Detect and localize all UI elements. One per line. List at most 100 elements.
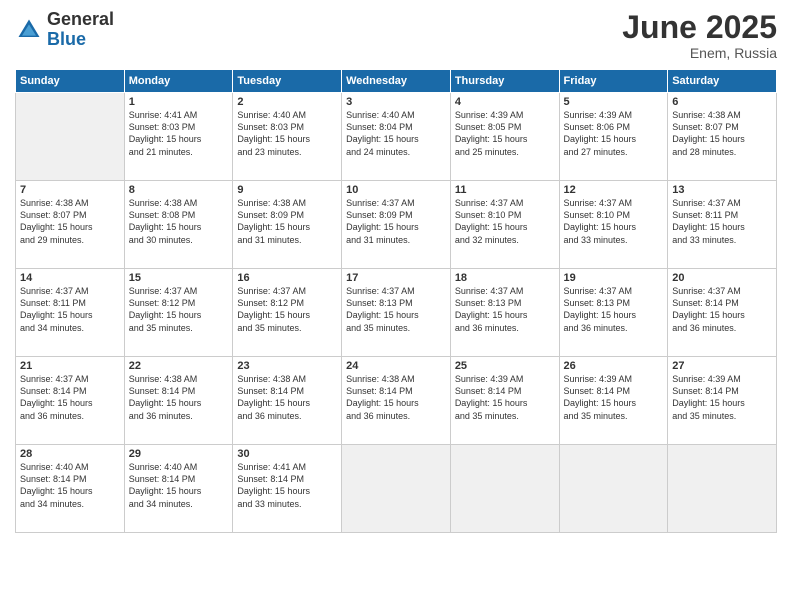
- logo: General Blue: [15, 10, 114, 50]
- calendar-row: 21Sunrise: 4:37 AMSunset: 8:14 PMDayligh…: [16, 357, 777, 445]
- day-info-line: Daylight: 15 hours: [237, 309, 337, 321]
- day-info-line: Sunset: 8:14 PM: [129, 473, 229, 485]
- page: General Blue June 2025 Enem, Russia Sund…: [0, 0, 792, 612]
- day-number: 3: [346, 96, 446, 108]
- day-number: 14: [20, 272, 120, 284]
- calendar-cell: 15Sunrise: 4:37 AMSunset: 8:12 PMDayligh…: [124, 269, 233, 357]
- day-info-line: Daylight: 15 hours: [129, 309, 229, 321]
- day-number: 25: [455, 360, 555, 372]
- calendar-cell: 14Sunrise: 4:37 AMSunset: 8:11 PMDayligh…: [16, 269, 125, 357]
- logo-general-text: General: [47, 10, 114, 30]
- day-info-line: and 36 minutes.: [564, 322, 664, 334]
- day-info-line: Sunrise: 4:38 AM: [346, 373, 446, 385]
- calendar-cell: 27Sunrise: 4:39 AMSunset: 8:14 PMDayligh…: [668, 357, 777, 445]
- day-info-line: and 35 minutes.: [237, 322, 337, 334]
- day-info-line: Sunrise: 4:39 AM: [564, 109, 664, 121]
- day-info-line: Sunrise: 4:38 AM: [129, 373, 229, 385]
- day-info-line: and 28 minutes.: [672, 146, 772, 158]
- title-block: June 2025 Enem, Russia: [622, 10, 777, 61]
- day-number: 18: [455, 272, 555, 284]
- day-info-line: Daylight: 15 hours: [346, 309, 446, 321]
- day-info-line: and 33 minutes.: [237, 498, 337, 510]
- calendar-cell: 1Sunrise: 4:41 AMSunset: 8:03 PMDaylight…: [124, 93, 233, 181]
- calendar-cell: 4Sunrise: 4:39 AMSunset: 8:05 PMDaylight…: [450, 93, 559, 181]
- calendar-cell: [450, 445, 559, 533]
- day-info-line: Daylight: 15 hours: [672, 133, 772, 145]
- calendar-cell: 5Sunrise: 4:39 AMSunset: 8:06 PMDaylight…: [559, 93, 668, 181]
- day-info-line: and 35 minutes.: [346, 322, 446, 334]
- day-info-line: and 34 minutes.: [129, 498, 229, 510]
- day-info-line: Sunrise: 4:37 AM: [564, 285, 664, 297]
- day-number: 29: [129, 448, 229, 460]
- day-info-line: Sunset: 8:14 PM: [564, 385, 664, 397]
- day-number: 30: [237, 448, 337, 460]
- calendar-cell: 25Sunrise: 4:39 AMSunset: 8:14 PMDayligh…: [450, 357, 559, 445]
- day-info-line: Daylight: 15 hours: [20, 397, 120, 409]
- calendar-cell: 11Sunrise: 4:37 AMSunset: 8:10 PMDayligh…: [450, 181, 559, 269]
- calendar-cell: 17Sunrise: 4:37 AMSunset: 8:13 PMDayligh…: [342, 269, 451, 357]
- day-number: 8: [129, 184, 229, 196]
- day-info-line: and 36 minutes.: [129, 410, 229, 422]
- day-info-line: Daylight: 15 hours: [564, 221, 664, 233]
- day-info-line: Sunset: 8:08 PM: [129, 209, 229, 221]
- day-info-line: and 30 minutes.: [129, 234, 229, 246]
- day-info-line: Daylight: 15 hours: [237, 221, 337, 233]
- day-info-line: Sunrise: 4:38 AM: [237, 373, 337, 385]
- day-info-line: Sunset: 8:14 PM: [237, 385, 337, 397]
- month-title: June 2025: [622, 10, 777, 45]
- day-info-line: Sunset: 8:04 PM: [346, 121, 446, 133]
- day-info-line: Sunset: 8:03 PM: [129, 121, 229, 133]
- day-info-line: Sunrise: 4:38 AM: [672, 109, 772, 121]
- day-info-line: Daylight: 15 hours: [346, 133, 446, 145]
- header-friday: Friday: [559, 70, 668, 93]
- day-number: 27: [672, 360, 772, 372]
- day-number: 21: [20, 360, 120, 372]
- day-info-line: Daylight: 15 hours: [20, 221, 120, 233]
- day-info-line: Sunset: 8:10 PM: [564, 209, 664, 221]
- day-number: 12: [564, 184, 664, 196]
- day-info-line: Sunrise: 4:37 AM: [672, 285, 772, 297]
- day-info-line: Sunrise: 4:40 AM: [129, 461, 229, 473]
- day-info-line: Sunrise: 4:41 AM: [129, 109, 229, 121]
- day-info-line: Sunrise: 4:37 AM: [455, 285, 555, 297]
- day-number: 15: [129, 272, 229, 284]
- day-number: 11: [455, 184, 555, 196]
- day-info-line: Daylight: 15 hours: [672, 309, 772, 321]
- day-number: 24: [346, 360, 446, 372]
- day-info-line: Daylight: 15 hours: [455, 397, 555, 409]
- day-info-line: Daylight: 15 hours: [129, 133, 229, 145]
- day-info-line: and 23 minutes.: [237, 146, 337, 158]
- day-info-line: Daylight: 15 hours: [346, 221, 446, 233]
- day-info-line: and 33 minutes.: [564, 234, 664, 246]
- calendar-cell: 13Sunrise: 4:37 AMSunset: 8:11 PMDayligh…: [668, 181, 777, 269]
- day-info-line: Sunrise: 4:38 AM: [237, 197, 337, 209]
- day-number: 13: [672, 184, 772, 196]
- day-number: 16: [237, 272, 337, 284]
- day-info-line: and 35 minutes.: [564, 410, 664, 422]
- header-wednesday: Wednesday: [342, 70, 451, 93]
- day-info-line: Sunset: 8:12 PM: [237, 297, 337, 309]
- day-info-line: Sunset: 8:14 PM: [672, 385, 772, 397]
- day-info-line: and 35 minutes.: [455, 410, 555, 422]
- day-number: 19: [564, 272, 664, 284]
- day-info-line: Daylight: 15 hours: [237, 133, 337, 145]
- day-info-line: Sunset: 8:14 PM: [346, 385, 446, 397]
- calendar-cell: 8Sunrise: 4:38 AMSunset: 8:08 PMDaylight…: [124, 181, 233, 269]
- calendar-cell: 26Sunrise: 4:39 AMSunset: 8:14 PMDayligh…: [559, 357, 668, 445]
- day-info-line: Daylight: 15 hours: [237, 485, 337, 497]
- logo-icon: [15, 16, 43, 44]
- day-info-line: Sunrise: 4:38 AM: [20, 197, 120, 209]
- day-number: 23: [237, 360, 337, 372]
- day-info-line: Daylight: 15 hours: [455, 309, 555, 321]
- location-subtitle: Enem, Russia: [622, 45, 777, 61]
- header-tuesday: Tuesday: [233, 70, 342, 93]
- day-info-line: and 25 minutes.: [455, 146, 555, 158]
- day-info-line: and 31 minutes.: [346, 234, 446, 246]
- day-info-line: Sunset: 8:14 PM: [20, 473, 120, 485]
- calendar-cell: [16, 93, 125, 181]
- day-info-line: Daylight: 15 hours: [346, 397, 446, 409]
- day-info-line: Daylight: 15 hours: [564, 309, 664, 321]
- day-number: 17: [346, 272, 446, 284]
- calendar-cell: 3Sunrise: 4:40 AMSunset: 8:04 PMDaylight…: [342, 93, 451, 181]
- header: General Blue June 2025 Enem, Russia: [15, 10, 777, 61]
